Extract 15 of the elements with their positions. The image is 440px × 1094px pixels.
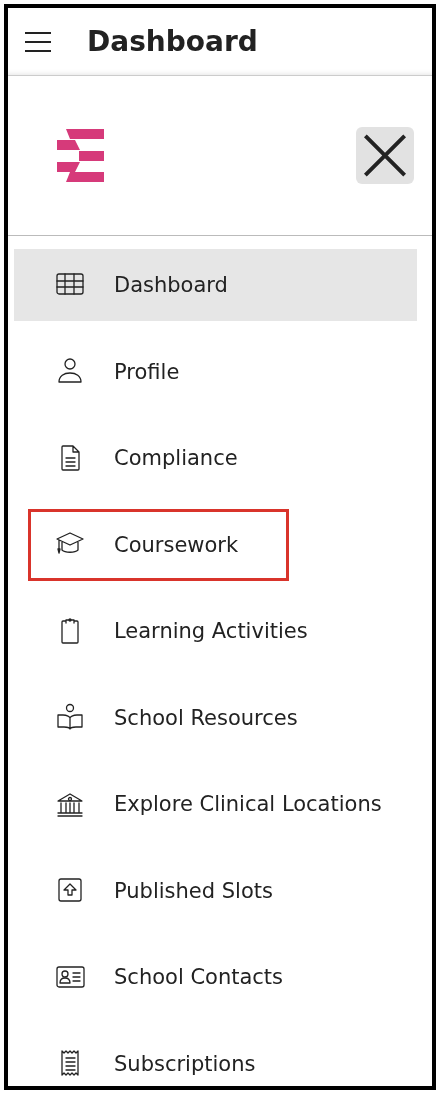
page-title: Dashboard (87, 25, 258, 58)
nav-item[interactable]: Learning Activities (14, 595, 417, 667)
nav-item[interactable]: Explore Clinical Locations (14, 768, 417, 840)
close-button[interactable] (356, 127, 414, 184)
nav-item[interactable]: Coursework (14, 508, 417, 581)
nav-item[interactable]: Dashboard (14, 249, 417, 321)
highlight-frame: Coursework (28, 508, 290, 581)
nav-item[interactable]: School Resources (14, 681, 417, 754)
nav-item[interactable]: Compliance (14, 422, 417, 494)
nav-item[interactable]: Subscriptions (14, 1027, 417, 1086)
nav-item[interactable]: Profile (14, 335, 417, 408)
nav-item[interactable]: Published Slots (14, 854, 417, 927)
logo-icon (57, 129, 105, 182)
nav-item[interactable]: School Contacts (14, 941, 417, 1013)
menu-icon[interactable] (23, 30, 53, 53)
